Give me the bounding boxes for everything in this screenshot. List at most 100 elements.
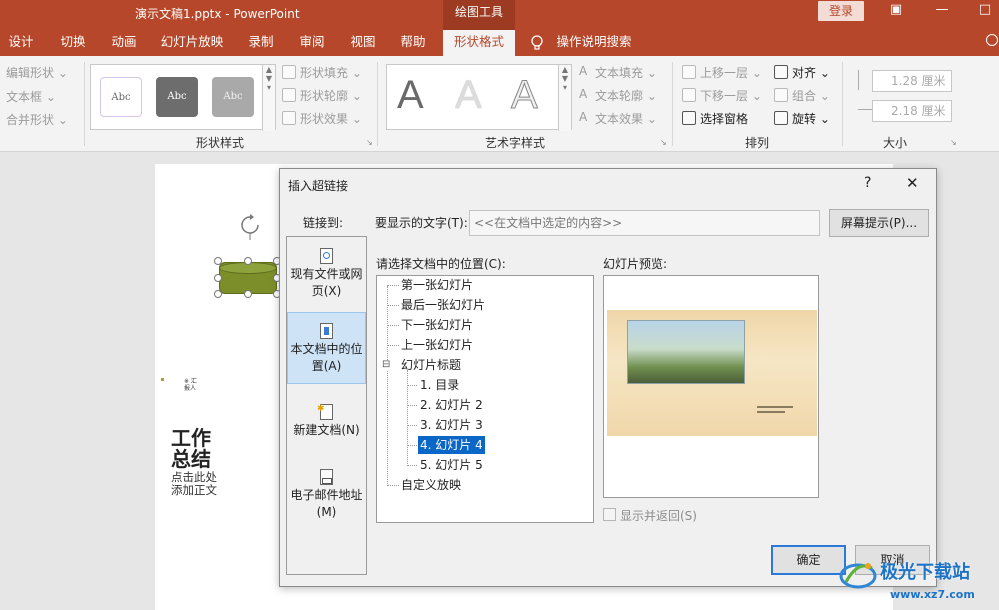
gallery-scroll[interactable]: ▲ ▼ ▾ <box>262 65 275 131</box>
bring-forward-icon <box>682 65 696 79</box>
selection-pane-button[interactable]: 选择窗格 <box>700 110 748 127</box>
login-button[interactable]: 登录 <box>818 1 864 21</box>
tab-slideshow[interactable]: 幻灯片放映 <box>156 30 228 56</box>
resize-handle[interactable] <box>244 290 252 298</box>
tree-item-slide-titles[interactable]: 幻灯片标题 <box>399 356 463 374</box>
merge-shapes-button[interactable]: 合并形状 ⌄ <box>6 111 68 128</box>
wordart-style-2[interactable]: A <box>455 73 482 118</box>
tell-me-search[interactable]: 操作说明搜索 <box>554 30 634 56</box>
watermark-url: www.xz7.com <box>890 588 975 601</box>
dialog-launcher-icon[interactable]: ↘ <box>660 138 667 147</box>
close-icon[interactable]: ✕ <box>906 174 919 192</box>
text-outline-icon: A <box>579 87 588 101</box>
resize-handle[interactable] <box>244 257 252 265</box>
ok-button[interactable]: 确定 <box>771 545 846 575</box>
dialog-launcher-icon[interactable]: ↘ <box>366 138 373 147</box>
tree-item-last-slide[interactable]: 最后一张幻灯片 <box>399 296 487 314</box>
tree-item-slide[interactable]: 2. 幻灯片 2 <box>418 396 485 414</box>
slide-subtitle[interactable]: 点击此处添加正文 <box>171 471 225 497</box>
resize-handle[interactable] <box>214 257 222 265</box>
text-to-display-label: 要显示的文字(T): <box>375 216 468 230</box>
document-place-tree[interactable]: 第一张幻灯片 最后一张幻灯片 下一张幻灯片 上一张幻灯片 ⊟ 幻灯片标题 1. … <box>376 275 594 523</box>
send-backward-button[interactable]: 下移一层 ⌄ <box>700 87 762 104</box>
rotate-handle-icon[interactable] <box>238 214 262 240</box>
preview-image <box>627 320 745 384</box>
minimize-icon[interactable]: — <box>932 2 952 20</box>
arrange-label: 排列 <box>744 136 769 150</box>
tree-item-slide[interactable]: 3. 幻灯片 3 <box>418 416 485 434</box>
tab-transitions[interactable]: 切换 <box>52 30 94 56</box>
slide-title[interactable]: 工作总结 <box>171 428 219 470</box>
wordart-gallery: A A A ▲ ▼ ▾ <box>386 64 572 131</box>
tree-line <box>387 325 399 326</box>
edit-shape-button[interactable]: 编辑形状 ⌄ <box>6 64 68 81</box>
shape-style-3[interactable]: Abc <box>212 77 254 117</box>
wordart-style-1[interactable]: A <box>397 73 424 118</box>
tree-item-slide[interactable]: 1. 目录 <box>418 376 461 394</box>
show-and-return-checkbox[interactable] <box>603 508 616 521</box>
group-divider <box>84 62 85 146</box>
rotate-button[interactable]: 旋转 ⌄ <box>792 110 830 127</box>
tab-help[interactable]: 帮助 <box>392 30 434 56</box>
tree-item-first-slide[interactable]: 第一张幻灯片 <box>399 276 475 294</box>
watermark-text: 极光下载站 <box>880 562 970 583</box>
shape-style-2[interactable]: Abc <box>156 77 198 117</box>
height-input[interactable]: 1.28 厘米 <box>872 70 952 92</box>
ribbon-display-options-icon[interactable]: ▣ <box>886 2 906 20</box>
shape-effects-button[interactable]: 形状效果 ⌄ <box>300 110 362 127</box>
link-new-document-option[interactable]: ✱ 新建文档(N) <box>287 404 366 439</box>
group-divider <box>672 62 673 146</box>
presenter-text: ※ 汇报人 <box>184 378 197 392</box>
link-email-address-option[interactable]: 电子邮件地址(M) <box>287 469 366 521</box>
help-icon[interactable]: ? <box>864 175 871 191</box>
resize-handle[interactable] <box>214 290 222 298</box>
selection-pane-icon <box>682 111 696 125</box>
user-icon[interactable] <box>986 34 998 46</box>
tree-item-custom-shows[interactable]: 自定义放映 <box>399 476 463 494</box>
gallery-scroll[interactable]: ▲ ▼ ▾ <box>558 65 571 131</box>
tree-item-next-slide[interactable]: 下一张幻灯片 <box>399 316 475 334</box>
tree-item-slide-selected[interactable]: 4. 幻灯片 4 <box>418 436 485 454</box>
tab-animations[interactable]: 动画 <box>103 30 145 56</box>
wordart-style-3[interactable]: A <box>511 73 539 118</box>
tab-shape-format[interactable]: 形状格式 <box>443 30 515 56</box>
text-box-button[interactable]: 文本框 ⌄ <box>6 88 56 105</box>
link-option-label: 本文档中的位置(A) <box>290 342 363 373</box>
maximize-icon[interactable]: □ <box>975 2 995 20</box>
text-fill-button[interactable]: 文本填充 ⌄ <box>595 64 657 81</box>
tree-item-previous-slide[interactable]: 上一张幻灯片 <box>399 336 475 354</box>
bring-forward-button[interactable]: 上移一层 ⌄ <box>700 64 762 81</box>
tab-review[interactable]: 审阅 <box>291 30 333 56</box>
tree-line <box>387 305 399 306</box>
preview-text-line <box>757 406 793 408</box>
tab-view[interactable]: 视图 <box>342 30 384 56</box>
link-existing-file-option[interactable]: 现有文件或网页(X) <box>287 248 366 300</box>
text-outline-button[interactable]: 文本轮廓 ⌄ <box>595 87 657 104</box>
shape-styles-gallery: Abc Abc Abc ▲ ▼ ▾ <box>90 64 276 131</box>
tree-line <box>407 465 417 466</box>
title-bar: 演示文稿1.pptx - PowerPoint 绘图工具 登录 ▣ — □ <box>0 0 999 30</box>
text-to-display-input[interactable]: <<在文档中选定的内容>> <box>469 210 820 236</box>
dialog-title: 插入超链接 <box>288 179 349 193</box>
resize-handle[interactable] <box>214 274 222 282</box>
link-place-in-document-option[interactable]: 本文档中的位置(A) <box>287 312 366 384</box>
shape-outline-button[interactable]: 形状轮廓 ⌄ <box>300 87 362 104</box>
tab-design[interactable]: 设计 <box>0 30 42 56</box>
watermark-logo-icon <box>839 563 877 589</box>
ribbon: 编辑形状 ⌄ 文本框 ⌄ 合并形状 ⌄ Abc Abc Abc ▲ ▼ ▾ 形状填充… <box>0 56 999 152</box>
collapse-expander-icon[interactable]: ⊟ <box>382 360 392 370</box>
rotate-icon <box>774 111 788 125</box>
dialog-launcher-icon[interactable]: ↘ <box>950 138 957 147</box>
shape-style-1[interactable]: Abc <box>100 77 142 117</box>
text-effects-button[interactable]: 文本效果 ⌄ <box>595 110 657 127</box>
web-page-icon <box>320 248 333 264</box>
group-button[interactable]: 组合 ⌄ <box>792 87 830 104</box>
slide-preview-box <box>603 275 819 498</box>
tab-record[interactable]: 录制 <box>240 30 282 56</box>
align-button[interactable]: 对齐 ⌄ <box>792 64 830 81</box>
paint-bucket-icon <box>282 65 296 79</box>
shape-fill-button[interactable]: 形状填充 ⌄ <box>300 64 362 81</box>
screentip-button[interactable]: 屏幕提示(P)... <box>829 209 929 237</box>
tree-item-slide[interactable]: 5. 幻灯片 5 <box>418 456 485 474</box>
width-input[interactable]: 2.18 厘米 <box>872 100 952 122</box>
